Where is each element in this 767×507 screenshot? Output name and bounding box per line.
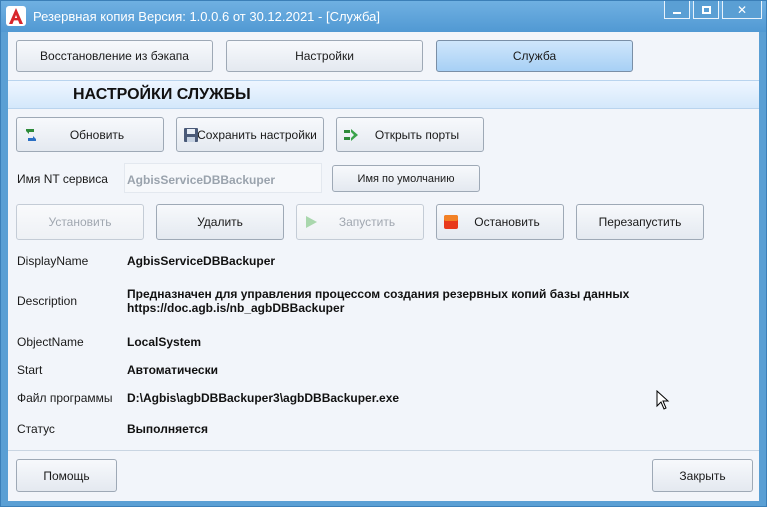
- save-icon: [183, 127, 199, 143]
- close-window-button[interactable]: ✕: [722, 1, 762, 19]
- description-label: Description: [17, 294, 78, 308]
- help-label: Помощь: [43, 468, 90, 483]
- stop-icon: [443, 214, 459, 230]
- tab-service-label: Служба: [512, 49, 557, 63]
- minimize-icon: [665, 1, 689, 18]
- mouse-cursor-icon: [656, 389, 670, 413]
- refresh-button[interactable]: Обновить: [16, 117, 164, 152]
- delete-label: Удалить: [197, 215, 243, 229]
- stop-button[interactable]: Остановить: [436, 204, 564, 240]
- delete-button[interactable]: Удалить: [156, 204, 284, 240]
- help-button[interactable]: Помощь: [16, 459, 117, 492]
- default-name-label: Имя по умолчанию: [357, 172, 455, 185]
- save-settings-label: Сохранить настройки: [197, 127, 317, 142]
- section-header: НАСТРОЙКИ СЛУЖБЫ: [8, 80, 759, 109]
- footer-divider: [8, 450, 759, 451]
- tab-service[interactable]: Служба: [436, 40, 633, 72]
- app-window: Резервная копия Версия: 1.0.0.6 от 30.12…: [0, 0, 767, 507]
- description-link[interactable]: https://doc.agb.is/nb_agbDBBackuper: [127, 301, 344, 315]
- maximize-button[interactable]: [693, 1, 719, 19]
- maximize-icon: [694, 1, 718, 18]
- window-title: Резервная копия Версия: 1.0.0.6 от 30.12…: [33, 9, 381, 24]
- object-name-label: ObjectName: [17, 335, 84, 349]
- install-label: Установить: [48, 215, 112, 229]
- section-title: НАСТРОЙКИ СЛУЖБЫ: [73, 86, 251, 103]
- tab-bar: Восстановление из бэкапа Настройки Служб…: [8, 32, 759, 79]
- tab-restore[interactable]: Восстановление из бэкапа: [16, 40, 213, 72]
- close-icon: ✕: [736, 2, 748, 17]
- close-button[interactable]: Закрыть: [652, 459, 753, 492]
- tab-restore-label: Восстановление из бэкапа: [40, 49, 189, 63]
- open-ports-label: Открыть порты: [374, 127, 460, 142]
- start-type-label: Start: [17, 363, 43, 377]
- display-name-label: DisplayName: [17, 254, 89, 268]
- restart-button[interactable]: Перезапустить: [576, 204, 704, 240]
- refresh-label: Обновить: [69, 127, 125, 142]
- open-ports-button[interactable]: Открыть порты: [336, 117, 484, 152]
- program-file-value: D:\Agbis\agbDBBackuper3\agbDBBackuper.ex…: [127, 391, 400, 405]
- display-name-value: AgbisServiceDBBackuper: [127, 254, 276, 268]
- status-label: Статус: [17, 422, 55, 436]
- save-settings-button[interactable]: Сохранить настройки: [176, 117, 324, 152]
- close-label: Закрыть: [679, 468, 726, 483]
- nt-service-input[interactable]: AgbisServiceDBBackuper: [124, 163, 322, 193]
- client-area: Восстановление из бэкапа Настройки Служб…: [8, 32, 759, 501]
- restart-label: Перезапустить: [598, 215, 682, 229]
- program-file-label: Файл программы: [17, 391, 113, 405]
- open-ports-icon: [343, 127, 359, 143]
- install-button[interactable]: Установить: [16, 204, 144, 240]
- title-bar[interactable]: Резервная копия Версия: 1.0.0.6 от 30.12…: [1, 1, 766, 32]
- start-type-value: Автоматически: [127, 363, 218, 377]
- description-line1: Предназначен для управления процессом со…: [127, 287, 630, 301]
- start-button[interactable]: Запустить: [296, 204, 424, 240]
- default-name-button[interactable]: Имя по умолчанию: [332, 165, 480, 192]
- start-label: Запустить: [338, 215, 396, 229]
- app-logo-icon: [6, 6, 26, 26]
- minimize-button[interactable]: [664, 1, 690, 19]
- refresh-icon: [23, 127, 39, 143]
- object-name-value: LocalSystem: [127, 335, 202, 349]
- window-controls: ✕: [661, 1, 762, 21]
- stop-label: Остановить: [474, 215, 540, 229]
- tab-settings[interactable]: Настройки: [226, 40, 423, 72]
- status-value: Выполняется: [127, 422, 208, 436]
- play-icon: [303, 214, 319, 230]
- nt-service-label: Имя NT сервиса: [17, 172, 108, 186]
- tab-settings-label: Настройки: [295, 49, 354, 63]
